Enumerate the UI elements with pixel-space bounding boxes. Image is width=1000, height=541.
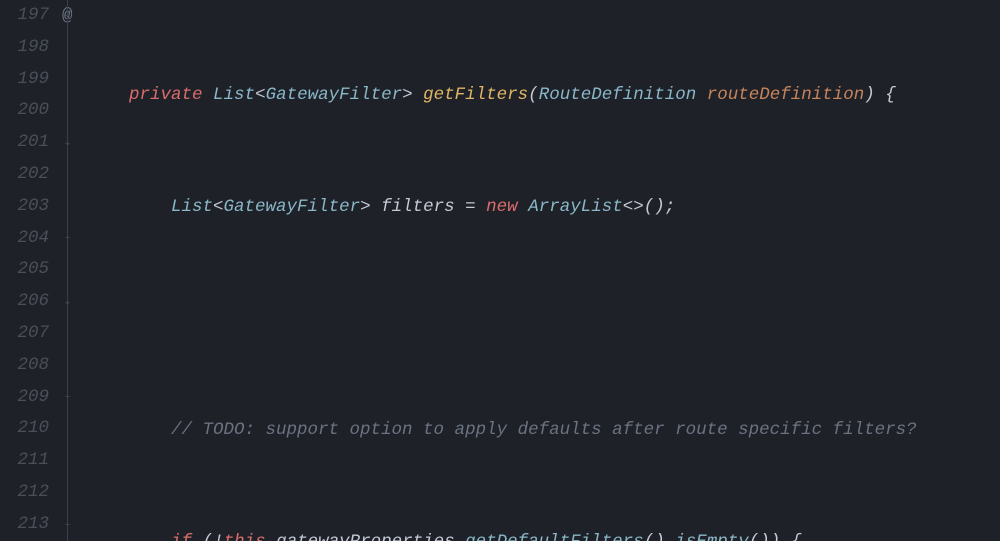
- line-number: 199: [0, 64, 49, 96]
- line-number: 200: [0, 95, 49, 127]
- line-number: 211: [0, 445, 49, 477]
- code-line[interactable]: [87, 304, 1000, 336]
- line-number: 209: [0, 382, 49, 414]
- line-number: 203: [0, 191, 49, 223]
- fold-toggle-icon[interactable]: ⌄: [62, 138, 73, 149]
- line-number: 198: [0, 32, 49, 64]
- line-number: 197: [0, 0, 49, 32]
- fold-toggle-icon[interactable]: ⌄: [62, 10, 73, 21]
- line-number: 205: [0, 254, 49, 286]
- code-editor[interactable]: 197 198 199 200 201 202 203 204 205 206 …: [0, 0, 1000, 541]
- fold-end-icon: –: [62, 520, 73, 531]
- line-number: 208: [0, 350, 49, 382]
- fold-end-icon: –: [62, 233, 73, 244]
- code-line[interactable]: if (!this.gatewayProperties.getDefaultFi…: [87, 527, 1000, 541]
- line-number: 207: [0, 318, 49, 350]
- line-number: 201: [0, 127, 49, 159]
- line-number: 212: [0, 477, 49, 509]
- line-number-gutter: 197 198 199 200 201 202 203 204 205 206 …: [0, 0, 55, 541]
- code-line[interactable]: private List<GatewayFilter> getFilters(R…: [87, 80, 1000, 112]
- code-area[interactable]: private List<GatewayFilter> getFilters(R…: [87, 0, 1000, 541]
- code-line[interactable]: List<GatewayFilter> filters = new ArrayL…: [87, 192, 1000, 224]
- code-line[interactable]: // TODO: support option to apply default…: [87, 415, 1000, 447]
- fold-end-icon: –: [62, 392, 73, 403]
- line-number: 204: [0, 223, 49, 255]
- line-number: 210: [0, 413, 49, 445]
- line-number: 206: [0, 286, 49, 318]
- fold-toggle-icon[interactable]: ⌄: [62, 297, 73, 308]
- line-number: 202: [0, 159, 49, 191]
- fold-column: ⌄ ⌄ – ⌄ – –: [55, 0, 87, 541]
- line-number: 213: [0, 509, 49, 541]
